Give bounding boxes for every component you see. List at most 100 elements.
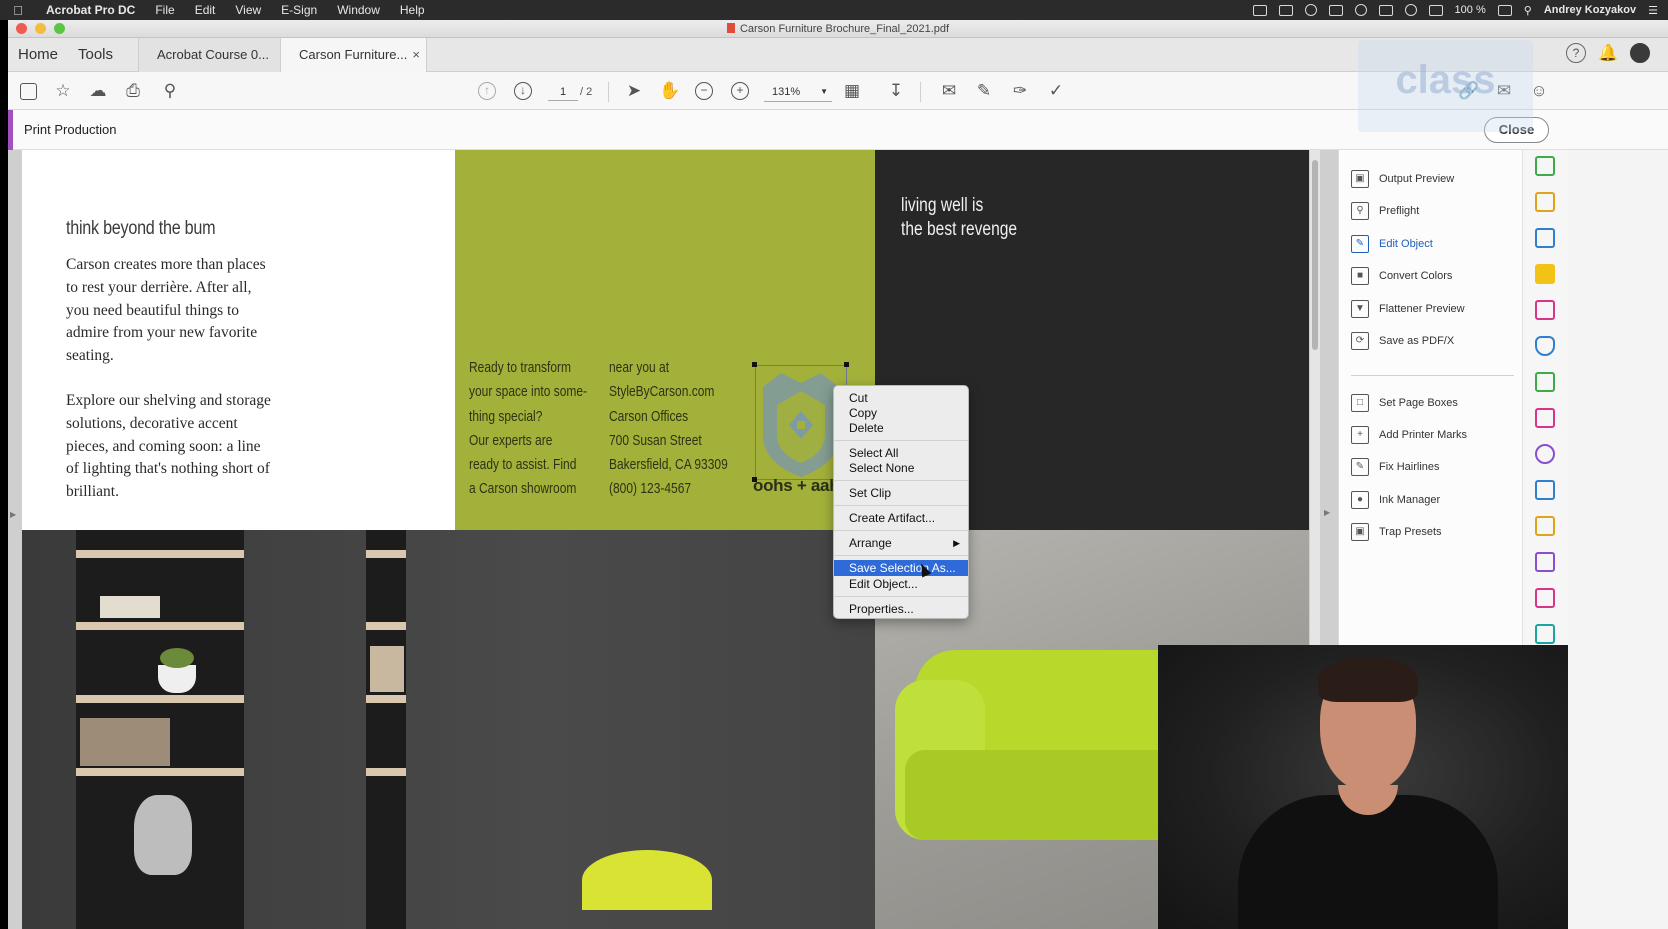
print-production-icon[interactable] bbox=[1535, 372, 1555, 392]
pdf-page[interactable]: think beyond the bum Carson creates more… bbox=[22, 150, 1309, 929]
protect-shield-icon[interactable] bbox=[1535, 336, 1555, 356]
menu-item-create-artifact[interactable]: Create Artifact... bbox=[834, 510, 968, 526]
tool-save-as-pdfx[interactable]: ⟳ Save as PDF/X bbox=[1351, 330, 1454, 352]
comment-icon[interactable]: ✉ bbox=[939, 81, 959, 101]
menu-separator bbox=[834, 480, 968, 481]
menu-item-copy[interactable]: Copy bbox=[834, 405, 968, 421]
print-icon[interactable]: ⎙ bbox=[123, 81, 143, 101]
certificates-icon[interactable] bbox=[1535, 624, 1555, 644]
sign-icon[interactable]: ✑ bbox=[1010, 81, 1030, 101]
menu-window[interactable]: Window bbox=[327, 3, 390, 17]
hand-tool-icon[interactable]: ✋ bbox=[659, 81, 680, 101]
scroll-mode-icon[interactable]: ↧ bbox=[886, 81, 906, 101]
display-icon[interactable] bbox=[1328, 4, 1343, 16]
tool-convert-colors[interactable]: ■ Convert Colors bbox=[1351, 265, 1452, 287]
rich-media-icon[interactable] bbox=[1535, 516, 1555, 536]
find-search-icon[interactable]: ⚲ bbox=[160, 81, 180, 101]
tool-label: Save as PDF/X bbox=[1379, 335, 1455, 347]
time-machine-icon[interactable] bbox=[1354, 4, 1367, 16]
nav-home[interactable]: Home bbox=[18, 38, 58, 72]
scrollbar-thumb[interactable] bbox=[1312, 160, 1318, 350]
menu-item-delete[interactable]: Delete bbox=[834, 420, 968, 436]
menu-item-select-none[interactable]: Select None bbox=[834, 460, 968, 476]
help-icon[interactable]: ? bbox=[1566, 43, 1586, 63]
page-total: / 2 bbox=[580, 86, 593, 98]
status-app-icon[interactable] bbox=[1252, 4, 1267, 16]
comment-tool-icon[interactable] bbox=[1535, 264, 1555, 284]
menu-file[interactable]: File bbox=[145, 3, 184, 17]
tab-acrobat-course[interactable]: Acrobat Course 0... bbox=[138, 38, 280, 72]
nav-tools[interactable]: Tools bbox=[78, 38, 113, 72]
tool-set-page-boxes[interactable]: □ Set Page Boxes bbox=[1351, 392, 1458, 414]
highlight-pen-icon[interactable]: ✎ bbox=[974, 81, 994, 101]
minimize-window-button[interactable] bbox=[35, 23, 46, 34]
user-name[interactable]: Andrey Kozyakov bbox=[1544, 4, 1636, 16]
green-text-column-2: near you at StyleByCarson.com Carson Off… bbox=[609, 356, 728, 502]
tool-fix-hairlines[interactable]: ✎ Fix Hairlines bbox=[1351, 456, 1440, 478]
page-number-input[interactable]: 1 bbox=[548, 83, 578, 101]
battery-icon[interactable] bbox=[1497, 4, 1512, 16]
menubar-status-area: 100 % ⚲ Andrey Kozyakov ☰ bbox=[1252, 0, 1658, 20]
zoom-level-dropdown[interactable]: 131% ▼ bbox=[764, 82, 832, 102]
fill-sign-icon[interactable] bbox=[1535, 300, 1555, 320]
right-pane-toggle-icon[interactable]: ▶ bbox=[1324, 508, 1330, 517]
stamp-tool-icon[interactable] bbox=[1535, 480, 1555, 500]
tool-ink-manager[interactable]: ● Ink Manager bbox=[1351, 489, 1440, 511]
page-fit-icon[interactable]: ▦ bbox=[842, 81, 862, 101]
upload-cloud-icon[interactable]: ☁ bbox=[88, 81, 108, 101]
menu-item-select-all[interactable]: Select All bbox=[834, 445, 968, 461]
save-icon[interactable] bbox=[20, 83, 37, 100]
creative-cloud-icon[interactable] bbox=[1304, 4, 1317, 16]
tab-close-icon[interactable]: × bbox=[412, 38, 420, 72]
close-window-button[interactable] bbox=[16, 23, 27, 34]
request-signature-icon[interactable] bbox=[1535, 552, 1555, 572]
tool-preflight[interactable]: ⚲ Preflight bbox=[1351, 200, 1419, 222]
share-icon[interactable] bbox=[1535, 228, 1555, 248]
menu-item-arrange[interactable]: Arrange ▶ bbox=[834, 535, 968, 551]
menu-view[interactable]: View bbox=[225, 3, 271, 17]
bookmark-star-icon[interactable]: ☆ bbox=[53, 81, 73, 101]
tool-flattener-preview[interactable]: ▼ Flattener Preview bbox=[1351, 298, 1465, 320]
menu-item-set-clip[interactable]: Set Clip bbox=[834, 485, 968, 501]
create-pdf-icon[interactable] bbox=[1535, 192, 1555, 212]
dropbox-icon[interactable] bbox=[1278, 4, 1293, 16]
selection-handle[interactable] bbox=[844, 362, 849, 367]
input-source-icon[interactable] bbox=[1378, 4, 1393, 16]
organize-pages-icon[interactable] bbox=[1535, 408, 1555, 428]
notification-center-icon[interactable]: ☰ bbox=[1648, 4, 1658, 17]
accessibility-icon[interactable] bbox=[1535, 444, 1555, 464]
stamp-icon[interactable]: ✓ bbox=[1046, 81, 1066, 101]
menu-item-cut[interactable]: Cut bbox=[834, 390, 968, 406]
tool-add-printer-marks[interactable]: + Add Printer Marks bbox=[1351, 424, 1467, 446]
select-arrow-icon[interactable]: ➤ bbox=[624, 81, 644, 101]
volume-icon[interactable] bbox=[1428, 4, 1443, 16]
green-text-column-1: Ready to transform your space into some-… bbox=[469, 356, 587, 502]
tool-edit-object[interactable]: ✎ Edit Object bbox=[1351, 233, 1433, 255]
tab-carson-furniture[interactable]: Carson Furniture... × bbox=[280, 38, 427, 73]
zoom-window-button[interactable] bbox=[54, 23, 65, 34]
menu-edit[interactable]: Edit bbox=[185, 3, 226, 17]
apple-menu-icon[interactable]:  bbox=[0, 3, 36, 18]
left-pane-toggle-icon[interactable]: ▶ bbox=[10, 510, 16, 519]
selection-handle[interactable] bbox=[752, 362, 757, 367]
zoom-out-icon[interactable]: − bbox=[695, 82, 713, 100]
spotlight-search-icon[interactable]: ⚲ bbox=[1524, 4, 1532, 17]
document-viewport[interactable]: ▶ think beyond the bum Carson creates mo… bbox=[8, 150, 1338, 929]
prepare-form-icon[interactable] bbox=[1535, 588, 1555, 608]
menu-esign[interactable]: E-Sign bbox=[271, 3, 327, 17]
export-pdf-icon[interactable] bbox=[1535, 156, 1555, 176]
menu-item-properties[interactable]: Properties... bbox=[834, 601, 968, 617]
tool-trap-presets[interactable]: ▣ Trap Presets bbox=[1351, 521, 1442, 543]
menu-item-save-selection-as[interactable]: Save Selection As... bbox=[834, 560, 968, 576]
menu-help[interactable]: Help bbox=[390, 3, 435, 17]
menu-item-edit-object[interactable]: Edit Object... bbox=[834, 576, 968, 592]
notifications-bell-icon[interactable]: 🔔 bbox=[1598, 43, 1618, 63]
avatar[interactable] bbox=[1630, 43, 1650, 63]
next-page-icon[interactable]: ↓ bbox=[514, 82, 532, 100]
prev-page-icon[interactable]: ↑ bbox=[478, 82, 496, 100]
zoom-in-icon[interactable]: + bbox=[731, 82, 749, 100]
menu-app-name[interactable]: Acrobat Pro DC bbox=[36, 3, 145, 17]
tool-label: Flattener Preview bbox=[1379, 303, 1465, 315]
wifi-icon[interactable] bbox=[1404, 4, 1417, 16]
tool-output-preview[interactable]: ▣ Output Preview bbox=[1351, 168, 1454, 190]
